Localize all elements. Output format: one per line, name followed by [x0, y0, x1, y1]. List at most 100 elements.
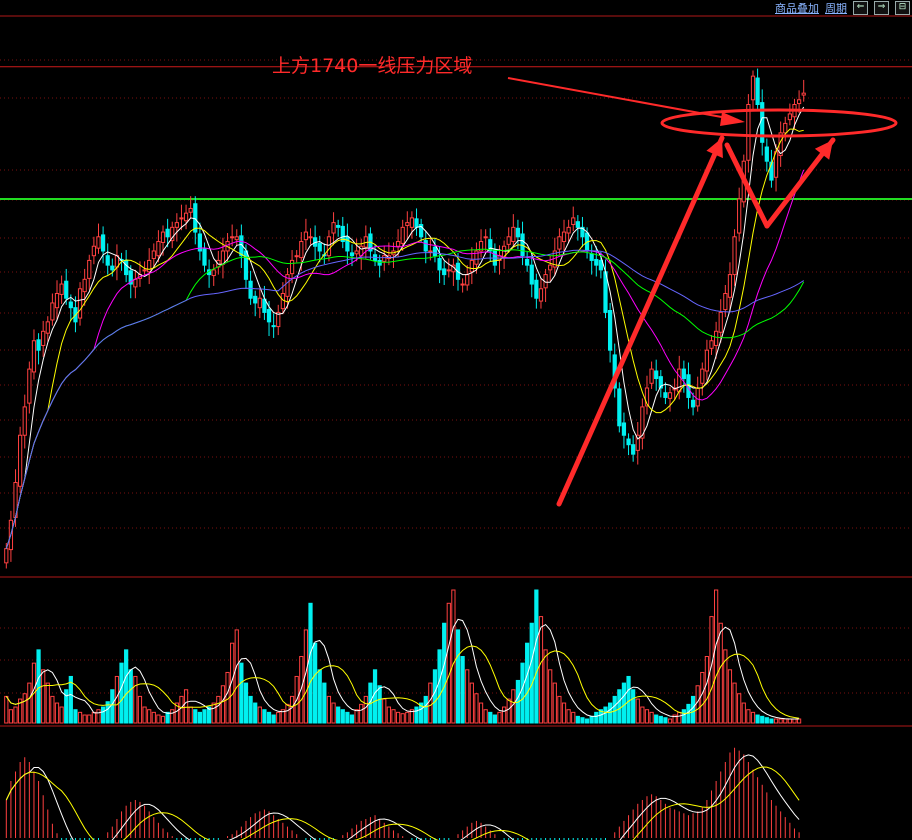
volume-bar: [151, 711, 156, 724]
volume-bar: [119, 662, 124, 724]
volume-bar: [617, 689, 622, 724]
candle-body: [100, 234, 106, 252]
volume-bar: [27, 682, 32, 724]
candle-body: [755, 77, 760, 105]
candle-body: [465, 274, 470, 286]
volume-bar: [345, 711, 350, 724]
volume-bar: [746, 709, 751, 724]
candle-body: [677, 368, 682, 393]
volume-bar: [239, 662, 244, 724]
volume-bar: [529, 622, 534, 724]
candle-body: [796, 99, 802, 105]
volume-bar: [308, 602, 313, 724]
volume-bar: [621, 682, 627, 724]
candle-body: [308, 236, 313, 239]
volume-bar: [446, 602, 451, 724]
volume-bar: [755, 714, 760, 724]
volume-bar: [589, 715, 594, 724]
candle-body: [188, 207, 193, 213]
volume-bar: [792, 718, 797, 724]
candle-body: [437, 258, 442, 271]
candle-body: [220, 250, 226, 265]
candle-body: [59, 283, 64, 295]
volume-bar: [750, 711, 756, 724]
volume-bar: [179, 695, 184, 724]
volume-bar: [455, 629, 461, 724]
candle-body: [110, 265, 115, 271]
candle-body: [607, 310, 613, 351]
volume-bar: [580, 717, 585, 724]
volume-bar: [211, 702, 216, 724]
candle-body: [534, 279, 539, 299]
candle-body: [746, 104, 751, 161]
kline-chart[interactable]: [0, 0, 912, 840]
volume-bar: [543, 649, 548, 724]
candle-body: [704, 349, 710, 372]
candle-body: [45, 321, 50, 334]
volume-bar: [322, 682, 327, 724]
candle-body: [345, 236, 350, 252]
volume-bar: [663, 717, 668, 724]
volume-bar: [160, 715, 166, 724]
volume-bar: [96, 709, 101, 724]
candle-body: [529, 264, 534, 285]
ma10-line: [5, 128, 804, 549]
candle-body: [41, 330, 46, 346]
volume-bar: [386, 706, 391, 724]
volume-bar: [326, 695, 332, 724]
volume-bar: [262, 709, 267, 724]
volume-bar: [336, 706, 341, 724]
candle-body: [718, 311, 723, 333]
candle-body: [179, 217, 184, 220]
volume-bar: [188, 706, 193, 724]
candle-body: [557, 236, 562, 250]
candle-body: [36, 339, 41, 351]
volume-bar: [382, 698, 387, 724]
volume-bar: [718, 622, 723, 724]
volume-bar: [193, 709, 198, 724]
volume-bar: [575, 715, 580, 724]
candle-body: [22, 406, 27, 436]
candle-body: [354, 250, 359, 255]
volume-bar: [142, 706, 147, 724]
candle-body: [77, 288, 83, 319]
volume-bar: [607, 702, 613, 724]
resistance-ellipse: [660, 108, 898, 138]
volume-bar: [50, 695, 55, 724]
volume-bar: [727, 669, 733, 724]
candle-body: [783, 122, 788, 134]
candle-body: [667, 392, 673, 399]
candle-body: [714, 330, 719, 346]
volume-bar: [73, 709, 78, 724]
volume-bar: [442, 622, 447, 724]
volume-bar: [769, 718, 774, 724]
volume-bar: [147, 709, 152, 724]
volume-bar: [124, 649, 129, 724]
candle-body: [142, 269, 147, 272]
volume-bar: [4, 695, 9, 724]
volume-bar: [561, 702, 567, 724]
volume-bar: [584, 718, 590, 724]
volume-bar: [796, 718, 802, 724]
candle-body: [737, 198, 742, 234]
candle-body: [31, 340, 37, 373]
candle-body: [548, 264, 553, 271]
volume-bar: [492, 714, 497, 724]
volume-bar: [690, 695, 696, 724]
candle-body: [147, 259, 152, 273]
volume-bar: [354, 709, 359, 724]
candle-body: [54, 293, 60, 309]
volume-bar: [548, 669, 553, 724]
candle-body: [654, 370, 659, 380]
volume-bar: [363, 695, 368, 724]
volume-bar: [644, 709, 650, 724]
candle-body: [414, 218, 419, 228]
volume-bar: [478, 702, 484, 724]
volume-bar: [506, 698, 511, 724]
volume-bar: [289, 695, 295, 724]
candle-body: [681, 368, 686, 380]
volume-bar: [313, 642, 318, 724]
volume-bar: [22, 693, 27, 724]
candle-body: [446, 269, 451, 272]
volume-bar: [635, 698, 640, 724]
